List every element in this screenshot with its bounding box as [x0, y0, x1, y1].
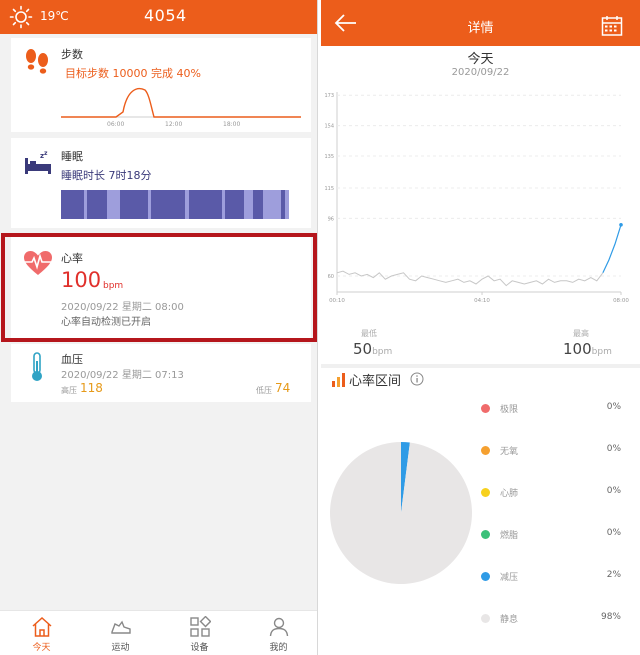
- zone-dot: [481, 530, 490, 539]
- y-tick-label: 135: [324, 154, 334, 160]
- zone-row-cardio: 心肺 0%: [481, 486, 621, 500]
- zone-percent: 0%: [606, 402, 621, 412]
- max-unit: bpm: [591, 347, 612, 357]
- zone-row-fat-burn: 燃脂 0%: [481, 528, 621, 542]
- steps-tick-06: 06:00: [107, 121, 124, 128]
- steps-title: 步数: [61, 48, 83, 61]
- zone-dot: [481, 488, 490, 497]
- heart-rate-detail-screen: 详情 今天 2020/09/22 173 154 135 115 96 60 00:10 04…: [321, 0, 640, 655]
- y-tick-label: 60: [328, 274, 334, 280]
- zone-dot: [481, 446, 490, 455]
- max-label: 最高: [573, 329, 589, 338]
- y-tick-label: 115: [324, 186, 334, 192]
- header-step-count: 4054: [144, 6, 187, 25]
- devices-grid-icon: [190, 616, 211, 637]
- zone-row-anaerobic: 无氧 0%: [481, 444, 621, 458]
- blood-pressure-datetime: 2020/09/22 星期二 07:13: [61, 370, 184, 381]
- nav-me-label: 我的: [269, 643, 288, 653]
- min-label: 最低: [361, 329, 377, 338]
- blood-pressure-card[interactable]: 血压 2020/09/22 星期二 07:13 高压 118 低压 74: [11, 344, 311, 402]
- steps-card[interactable]: 步数 目标步数 10000 完成 40% 06:00 12:00 18:00: [11, 38, 311, 132]
- zone-name: 减压: [500, 573, 519, 583]
- info-icon[interactable]: [410, 372, 424, 386]
- detail-header: 详情: [321, 0, 640, 46]
- min-value-group: 50bpm: [353, 340, 392, 358]
- selected-date: 2020/09/22: [451, 67, 510, 78]
- sleep-bed-icon: z z: [25, 150, 51, 174]
- zone-percent: 0%: [606, 528, 621, 538]
- nav-devices[interactable]: 设备: [160, 611, 239, 655]
- svg-text:z: z: [44, 150, 48, 157]
- zone-dot: [481, 614, 490, 623]
- zone-row-resting: 静息 98%: [481, 612, 621, 626]
- max-value: 100: [563, 340, 592, 358]
- zone-row-relax: 减压 2%: [481, 570, 621, 584]
- steps-tick-12: 12:00: [165, 121, 182, 128]
- blood-pressure-title: 血压: [61, 353, 83, 366]
- thermometer-icon: [32, 352, 42, 381]
- today-screen: 19℃ 4054 步数 目标步数 10000 完成 40% 06:00 12:0…: [0, 0, 318, 655]
- detail-title: 详情: [467, 21, 494, 36]
- footprints-icon: [26, 49, 48, 74]
- min-unit: bpm: [372, 347, 393, 357]
- sleep-title: 睡眠: [61, 150, 83, 163]
- highlight-frame: [1, 233, 317, 342]
- zone-row-limit: 极限 0%: [481, 402, 621, 416]
- latest-point: [619, 223, 623, 227]
- user-icon: [269, 617, 289, 637]
- y-tick-label: 96: [328, 216, 334, 222]
- max-value-group: 100bpm: [563, 340, 612, 358]
- zone-name: 燃脂: [500, 531, 519, 541]
- steps-tick-18: 18:00: [223, 121, 240, 128]
- nav-today[interactable]: 今天: [2, 611, 81, 655]
- nav-exercise-label: 运动: [111, 643, 130, 653]
- x-tick-label: 00:10: [329, 298, 345, 304]
- high-pressure-label: 高压: [61, 386, 77, 395]
- sleep-bar-chart: [61, 190, 289, 219]
- zone-name: 静息: [500, 615, 519, 625]
- heart-rate-line: [336, 270, 604, 287]
- zone-percent: 0%: [606, 486, 621, 496]
- nav-today-label: 今天: [32, 643, 51, 653]
- section-separator: [321, 364, 640, 368]
- bottom-nav: 今天 运动 设备 我的: [0, 610, 317, 655]
- heart-rate-line-chart: 173 154 135 115 96 60 00:10 04:10 08:00: [324, 92, 629, 304]
- heart-rate-zone-pie: [330, 442, 473, 584]
- sleep-summary: 睡眠时长 7时18分: [61, 169, 152, 182]
- zone-percent: 2%: [606, 570, 621, 580]
- sleep-card[interactable]: z z 睡眠 睡眠时长 7时18分: [11, 138, 311, 228]
- zone-name: 极限: [500, 405, 519, 415]
- high-pressure-value: 118: [80, 381, 103, 395]
- steps-mini-chart: 06:00 12:00 18:00: [61, 87, 301, 128]
- zone-name: 心肺: [500, 489, 519, 499]
- sun-icon: [9, 5, 33, 29]
- bar-chart-icon: [332, 373, 345, 387]
- zone-dot: [481, 572, 490, 581]
- zone-percent: 98%: [600, 612, 621, 622]
- running-shoe-icon: [111, 620, 131, 634]
- x-tick-label: 04:10: [474, 298, 490, 304]
- today-header: 19℃ 4054: [0, 0, 317, 34]
- nav-exercise[interactable]: 运动: [81, 611, 160, 655]
- day-label: 今天: [467, 52, 494, 67]
- zone-dot: [481, 404, 490, 413]
- low-pressure-label: 低压: [256, 386, 272, 395]
- steps-summary: 目标步数 10000 完成 40%: [65, 67, 201, 80]
- calendar-icon[interactable]: [601, 15, 623, 37]
- nav-me[interactable]: 我的: [239, 611, 317, 655]
- nav-devices-label: 设备: [190, 643, 209, 653]
- y-tick-label: 173: [324, 93, 334, 99]
- zone-percent: 0%: [606, 444, 621, 454]
- min-value: 50: [353, 340, 373, 358]
- y-tick-label: 154: [324, 124, 334, 130]
- home-icon: [32, 616, 52, 637]
- low-pressure-value: 74: [275, 381, 291, 395]
- zones-title: 心率区间: [349, 374, 402, 389]
- zone-name: 无氧: [500, 447, 519, 457]
- temperature: 19℃: [40, 9, 69, 23]
- x-tick-label: 08:00: [613, 298, 629, 304]
- heart-rate-line-recent: [602, 224, 622, 274]
